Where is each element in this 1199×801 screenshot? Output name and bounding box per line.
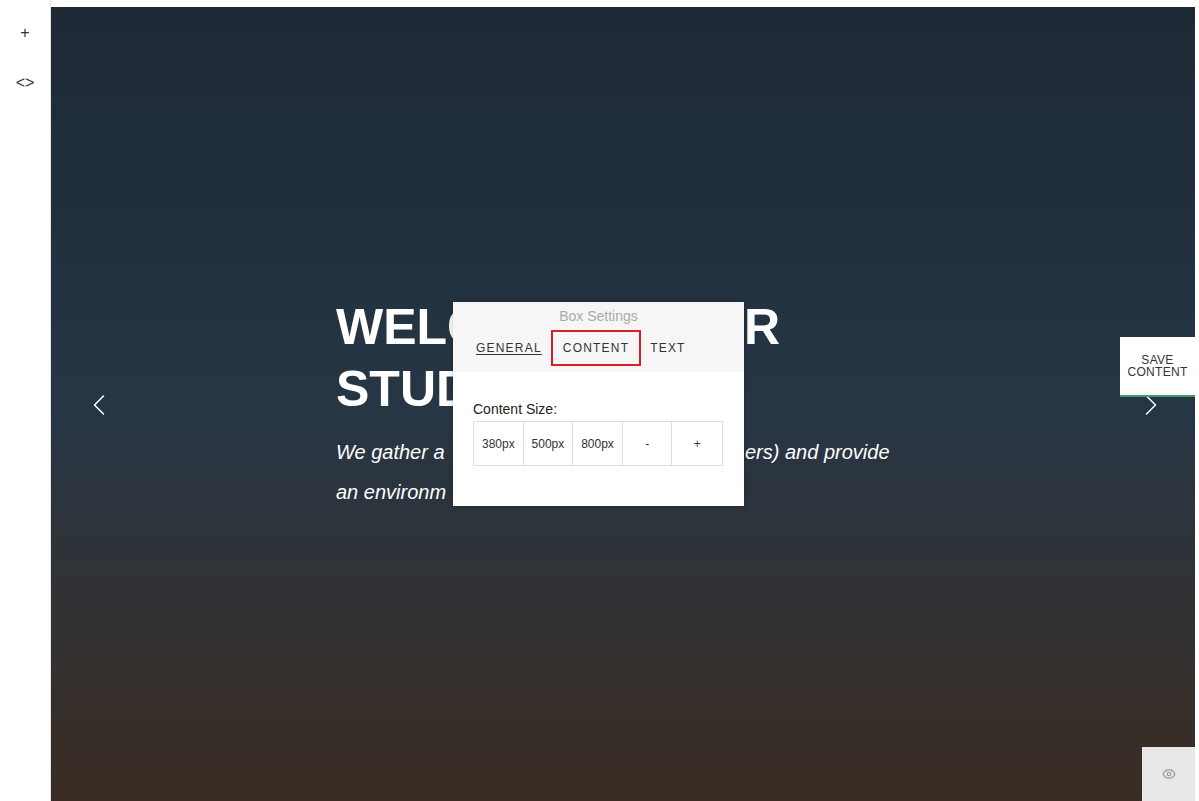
dialog-tabs: GENERALCONTENTTEXT xyxy=(453,332,744,364)
dialog-tab[interactable]: TEXT xyxy=(647,332,688,364)
size-button[interactable]: + xyxy=(672,422,722,465)
dialog-header: Box Settings GENERALCONTENTTEXT xyxy=(453,302,744,372)
box-settings-dialog: Box Settings GENERALCONTENTTEXT Content Si… xyxy=(453,302,744,506)
dialog-body: Content Size: 380px500px800px-+ xyxy=(453,372,744,506)
dialog-title: Box Settings xyxy=(453,302,744,328)
content-size-label: Content Size: xyxy=(473,400,724,418)
save-content-button[interactable]: SAVE CONTENT xyxy=(1120,337,1195,397)
size-button[interactable]: - xyxy=(623,422,673,465)
eye-icon xyxy=(1162,767,1176,781)
dialog-tab[interactable]: GENERAL xyxy=(473,332,545,364)
size-button-group: 380px500px800px-+ xyxy=(473,421,723,466)
preview-button[interactable] xyxy=(1142,747,1195,801)
size-button[interactable]: 380px xyxy=(474,422,524,465)
dialog-tab[interactable]: CONTENT xyxy=(553,332,639,364)
size-button[interactable]: 500px xyxy=(524,422,574,465)
size-button[interactable]: 800px xyxy=(573,422,623,465)
canvas: WELCRSTUDWe gather aers) and providean e… xyxy=(51,0,1199,801)
editor-page: + <> WELCRSTUDWe gather aers) and providea… xyxy=(0,0,1199,801)
sidebar-button[interactable]: <> xyxy=(16,70,35,96)
sidebar-button[interactable]: + xyxy=(20,20,29,46)
hero-section: WELCRSTUDWe gather aers) and providean e… xyxy=(51,7,1195,801)
sidebar: + <> xyxy=(0,0,51,801)
prev-arrow-icon[interactable] xyxy=(81,387,117,423)
